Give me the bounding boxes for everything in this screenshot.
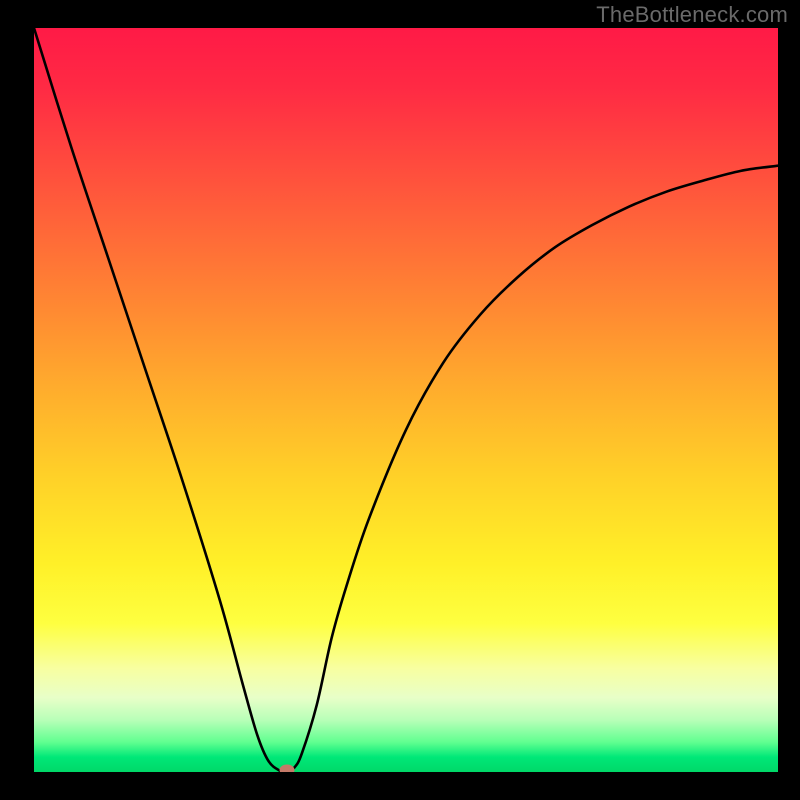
curve-path xyxy=(34,28,778,772)
watermark-text: TheBottleneck.com xyxy=(596,2,788,28)
optimal-point-marker xyxy=(279,765,294,773)
plot-area xyxy=(34,28,778,772)
bottleneck-curve xyxy=(34,28,778,772)
chart-frame: TheBottleneck.com xyxy=(0,0,800,800)
